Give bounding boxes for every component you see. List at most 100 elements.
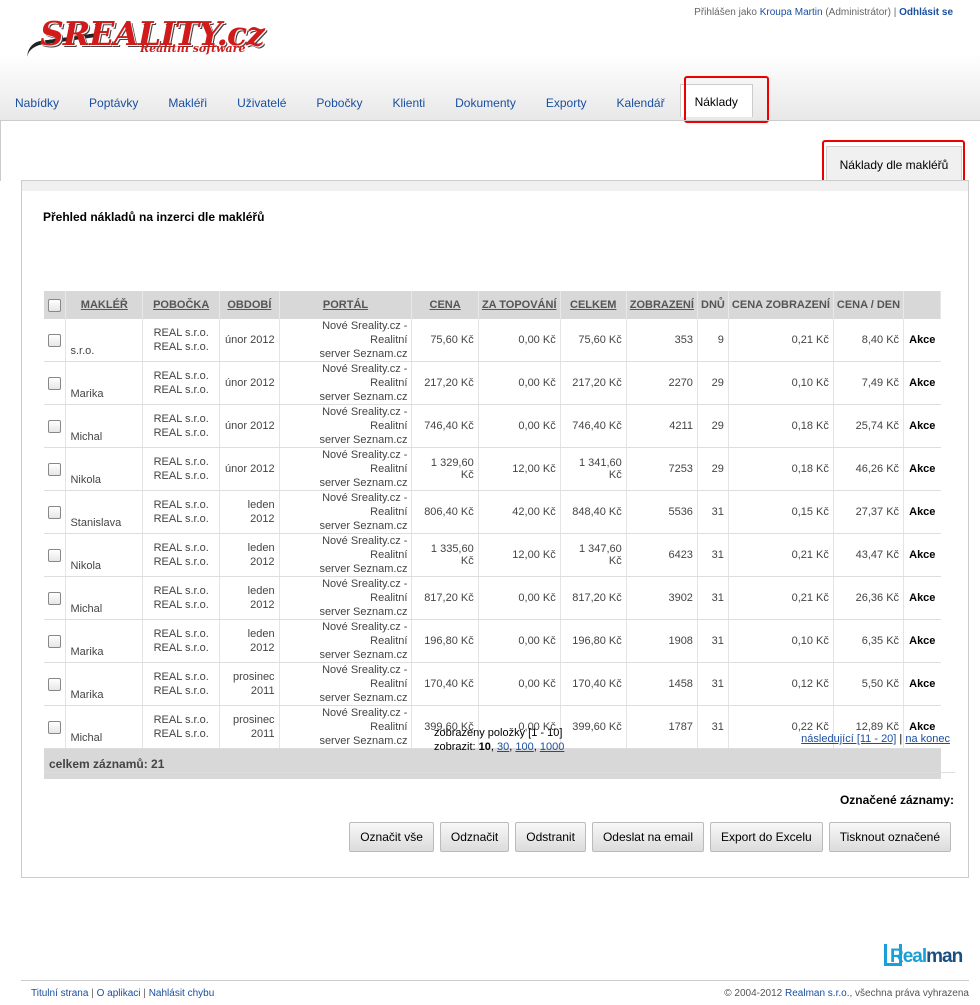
cell-celkem: 170,40 Kč [560, 662, 627, 706]
row-select-cell [44, 490, 67, 534]
table-row[interactable]: Marika REAL s.r.o. REAL s.r.o. prosinec 2011… [44, 662, 941, 706]
pager-size-30[interactable]: 30 [497, 741, 509, 753]
nav-poptavky[interactable]: Poptávky [74, 88, 153, 118]
cell-dnu: 31 [697, 576, 729, 620]
row-select-cell [44, 705, 67, 749]
row-action-link[interactable]: Akce [903, 533, 941, 577]
cell-celkem: 848,40 Kč [560, 490, 627, 534]
nav-makleri[interactable]: Makléři [153, 88, 222, 118]
cell-zobrazeni: 5536 [626, 490, 698, 534]
table-row[interactable]: Stanislava REAL s.r.o. REAL s.r.o. leden 201… [44, 490, 941, 534]
sreality-logo[interactable]: SREALITY.cz Realitní software [25, 14, 265, 60]
row-checkbox[interactable] [48, 462, 62, 476]
cell-dnu: 29 [697, 447, 729, 491]
export-excel-button[interactable]: Export do Excelu [709, 822, 823, 852]
table-row[interactable]: Nikola REAL s.r.o. REAL s.r.o. leden 2012 Nov… [44, 533, 941, 577]
cell-cena-den: 46,26 Kč [833, 447, 905, 491]
cell-obdobi-line: leden [247, 542, 275, 554]
table-row[interactable]: s.r.o. REAL s.r.o. REAL s.r.o. únor 2012 Nov… [44, 319, 941, 362]
logout-link[interactable]: Odhlásit se [899, 7, 953, 18]
col-cena-den: CENA / DEN [833, 291, 905, 319]
nav-kalendar[interactable]: Kalendář [602, 88, 680, 118]
row-action-link[interactable]: Akce [903, 447, 941, 491]
cell-cena: 746,40 Kč [411, 404, 479, 448]
cell-portal: Nové Sreality.cz - Realitní server Seznam… [279, 576, 413, 620]
col-cena[interactable]: CENA [411, 291, 479, 319]
footer-link-home[interactable]: Titulní strana [31, 988, 88, 999]
send-email-button[interactable]: Odeslat na email [591, 822, 704, 852]
table-row[interactable]: Marika REAL s.r.o. REAL s.r.o. leden 2012 Nov… [44, 619, 941, 663]
row-checkbox[interactable] [48, 505, 62, 519]
pager-size-100[interactable]: 100 [515, 741, 533, 753]
cell-portal-line: Nové Sreality.cz - Realitní [322, 578, 408, 604]
table-row[interactable]: Marika REAL s.r.o. REAL s.r.o. únor 2012 Nov… [44, 361, 941, 405]
col-portal[interactable]: PORTÁL [279, 291, 413, 319]
row-action-link[interactable]: Akce [903, 361, 941, 405]
row-action-link[interactable]: Akce [903, 576, 941, 620]
row-checkbox[interactable] [48, 376, 62, 390]
row-checkbox[interactable] [48, 591, 62, 605]
nav-dokumenty[interactable]: Dokumenty [440, 88, 531, 118]
row-checkbox[interactable] [48, 333, 62, 347]
table-row[interactable]: Michal REAL s.r.o. REAL s.r.o. leden 2012 Nov… [44, 576, 941, 620]
col-makler[interactable]: MAKLÉŘ [65, 291, 144, 319]
cell-makler: Nikola [65, 533, 144, 577]
cell-portal-line: server Seznam.cz [319, 735, 408, 747]
nav-nabidky[interactable]: Nabídky [0, 88, 74, 118]
panel-top-strip [22, 181, 968, 191]
pager-size-1000[interactable]: 1000 [540, 741, 564, 753]
row-action-link[interactable]: Akce [903, 404, 941, 448]
pager-last-link[interactable]: na konec [905, 733, 950, 745]
copyright-company-link[interactable]: Realman s.r.o. [785, 988, 849, 999]
deselect-button[interactable]: Odznačit [439, 822, 510, 852]
nav-klienti[interactable]: Klienti [377, 88, 440, 118]
cell-makler: Nikola [65, 447, 144, 491]
nav-pobocky[interactable]: Pobočky [301, 88, 377, 118]
row-checkbox[interactable] [48, 634, 62, 648]
row-action-link[interactable]: Akce [903, 619, 941, 663]
cell-makler: Marika [65, 361, 144, 405]
main-nav: Nabídky Poptávky Makléři Uživatelé Poboč… [0, 84, 753, 120]
select-all-checkbox[interactable] [48, 298, 62, 312]
col-za-topovani[interactable]: ZA TOPOVÁNÍ [478, 291, 561, 319]
cell-pobocka: REAL s.r.o. REAL s.r.o. [142, 533, 221, 577]
row-checkbox[interactable] [48, 548, 62, 562]
pager-sizes: zobrazit: 10, 30, 100, 1000 [434, 741, 565, 753]
row-checkbox[interactable] [48, 677, 62, 691]
pager-next-link[interactable]: následující [11 - 20] [801, 733, 896, 745]
cell-obdobi: leden 2012 [219, 619, 280, 663]
cell-pobocka: REAL s.r.o. REAL s.r.o. [142, 404, 221, 448]
row-action-link[interactable]: Akce [903, 662, 941, 706]
cell-za-topovani: 0,00 Kč [478, 319, 561, 362]
cell-cena: 817,20 Kč [411, 576, 479, 620]
delete-button[interactable]: Odstranit [515, 822, 586, 852]
cell-pobocka-line: REAL s.r.o. [153, 671, 209, 683]
cell-zobrazeni: 353 [626, 319, 698, 362]
cell-portal: Nové Sreality.cz - Realitní server Seznam… [279, 705, 413, 749]
footer-link-report-bug[interactable]: Nahlásit chybu [149, 988, 215, 999]
cell-zobrazeni: 3902 [626, 576, 698, 620]
cell-portal-line: Nové Sreality.cz - Realitní [322, 535, 408, 561]
user-name-link[interactable]: Kroupa Martin [760, 7, 823, 18]
cell-portal-line: server Seznam.cz [319, 563, 408, 575]
row-checkbox[interactable] [48, 720, 62, 734]
col-celkem[interactable]: CELKEM [560, 291, 627, 319]
realman-logo[interactable]: Realman [884, 942, 970, 970]
table-row[interactable]: Michal REAL s.r.o. REAL s.r.o. únor 2012 Nov… [44, 404, 941, 448]
col-zobrazeni[interactable]: ZOBRAZENÍ [626, 291, 698, 319]
cell-za-topovani: 12,00 Kč [478, 533, 561, 577]
footer-link-about[interactable]: O aplikaci [97, 988, 141, 999]
nav-uzivatele[interactable]: Uživatelé [222, 88, 301, 118]
col-pobocka[interactable]: POBOČKA [142, 291, 221, 319]
copyright-rights: , všechna práva vyhrazena [849, 988, 969, 999]
table-row[interactable]: Nikola REAL s.r.o. REAL s.r.o. únor 2012 Nov… [44, 447, 941, 491]
row-action-link[interactable]: Akce [903, 490, 941, 534]
row-checkbox[interactable] [48, 419, 62, 433]
col-obdobi[interactable]: OBDOBÍ [219, 291, 280, 319]
cell-dnu: 9 [697, 319, 729, 362]
row-action-link[interactable]: Akce [903, 319, 941, 362]
nav-exporty[interactable]: Exporty [531, 88, 602, 118]
print-selected-button[interactable]: Tisknout označené [828, 822, 951, 852]
select-all-button[interactable]: Označit vše [349, 822, 434, 852]
cell-cena-zobrazeni: 0,15 Kč [728, 490, 834, 534]
